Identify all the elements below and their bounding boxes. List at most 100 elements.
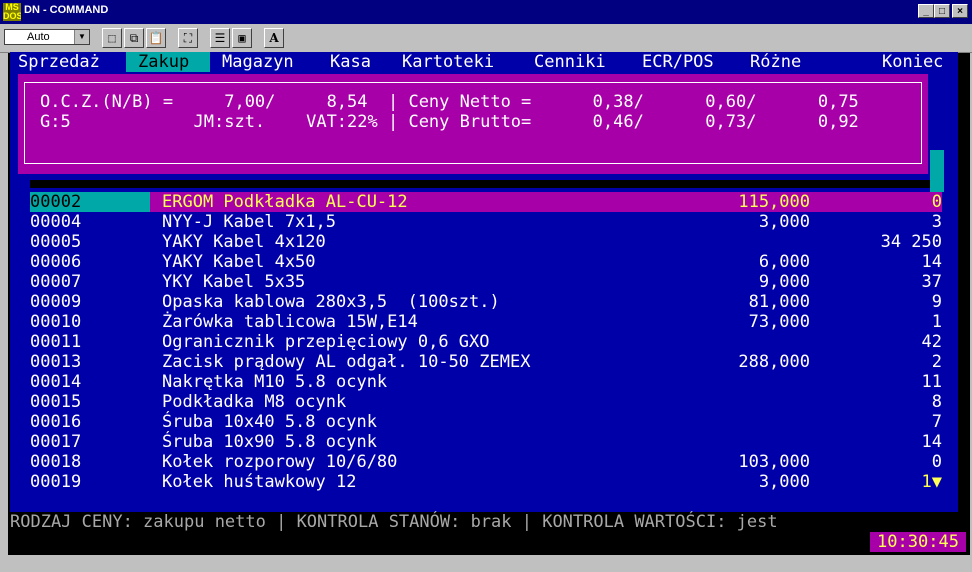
- table-row[interactable]: 00015 Podkładka M8 ocynk 8: [30, 392, 942, 412]
- item-name: NYY-J Kabel 7x1,5: [162, 212, 336, 232]
- item-code: 00004: [30, 212, 82, 232]
- menu-rozne[interactable]: Różne: [750, 52, 801, 72]
- table-row[interactable]: 00014 Nakrętka M10 5.8 ocynk 11: [30, 372, 942, 392]
- chevron-down-icon[interactable]: ▼: [74, 30, 89, 44]
- item-name: YAKY Kabel 4x120: [162, 232, 326, 252]
- item-stock: 1: [931, 312, 942, 332]
- item-name: Śruba 10x90 5.8 ocynk: [162, 432, 377, 452]
- item-name: Kołek huśtawkowy 12: [162, 472, 357, 492]
- item-code: 00019: [30, 472, 82, 492]
- item-price: 103,000: [738, 452, 810, 472]
- table-row[interactable]: 00006 YAKY Kabel 4x50 6,000 14: [30, 252, 942, 272]
- item-price: 115,000: [738, 192, 810, 212]
- scrollbar[interactable]: [930, 150, 944, 192]
- table-row[interactable]: 00011 Ogranicznik przepięciowy 0,6 GXO 4…: [30, 332, 942, 352]
- item-name: Zacisk prądowy AL odgał. 10-50 ZEMEX: [162, 352, 531, 372]
- font-size-select[interactable]: Auto ▼: [4, 29, 90, 45]
- item-stock: 7: [931, 412, 942, 432]
- background-icon[interactable]: ▣: [232, 28, 252, 48]
- toolbar: Auto ▼ ⬚ ⧉ 📋 ⛶ ☰ ▣ A: [0, 24, 972, 53]
- item-code: 00007: [30, 272, 82, 292]
- item-code: 00016: [30, 412, 82, 432]
- table-row[interactable]: 00007 YKY Kabel 5x35 9,000 37: [30, 272, 942, 292]
- item-code: 00005: [30, 232, 82, 252]
- item-stock: 42: [921, 332, 942, 352]
- menu-kasa[interactable]: Kasa: [330, 52, 371, 72]
- item-stock: 8: [931, 392, 942, 412]
- table-row[interactable]: 00010 Żarówka tablicowa 15W,E14 73,000 1: [30, 312, 942, 332]
- item-code: 00014: [30, 372, 82, 392]
- menu-koniec[interactable]: Koniec: [882, 52, 943, 72]
- item-price: 288,000: [738, 352, 810, 372]
- menu-cenniki[interactable]: Cenniki: [534, 52, 606, 72]
- item-name: Żarówka tablicowa 15W,E14: [162, 312, 418, 332]
- table-row[interactable]: 00013 Zacisk prądowy AL odgał. 10-50 ZEM…: [30, 352, 942, 372]
- item-name: YAKY Kabel 4x50: [162, 252, 316, 272]
- item-name: Ogranicznik przepięciowy 0,6 GXO: [162, 332, 490, 352]
- item-stock: 14: [921, 252, 942, 272]
- column-header-bar: [30, 180, 930, 188]
- status-bar: RODZAJ CENY: zakupu netto | KONTROLA STA…: [10, 512, 958, 532]
- table-row[interactable]: 00019 Kołek huśtawkowy 12 3,000 1▼: [30, 472, 942, 492]
- item-code: 00017: [30, 432, 82, 452]
- menu-magazyn[interactable]: Magazyn: [222, 52, 294, 72]
- price-info-popup: O.C.Z.(N/B) = 7,00/ 8,54 | Ceny Netto = …: [18, 74, 928, 174]
- minimize-button[interactable]: _: [918, 4, 934, 18]
- table-row[interactable]: 00005 YAKY Kabel 4x120 34 250: [30, 232, 942, 252]
- item-code: 00010: [30, 312, 82, 332]
- item-price: 3,000: [758, 472, 810, 492]
- item-name: Kołek rozporowy 10/6/80: [162, 452, 398, 472]
- item-price: 9,000: [758, 272, 810, 292]
- table-row[interactable]: 00018 Kołek rozporowy 10/6/80 103,000 0: [30, 452, 942, 472]
- maximize-button[interactable]: □: [934, 4, 950, 18]
- font-button[interactable]: A: [264, 28, 284, 48]
- item-name: ERGOM Podkładka AL-CU-12: [162, 192, 408, 212]
- item-price: 73,000: [748, 312, 810, 332]
- item-name: Śruba 10x40 5.8 ocynk: [162, 412, 377, 432]
- item-code: 00015: [30, 392, 82, 412]
- table-row[interactable]: 00004 NYY-J Kabel 7x1,5 3,000 3: [30, 212, 942, 232]
- item-price: 6,000: [758, 252, 810, 272]
- price-info-line-1: O.C.Z.(N/B) = 7,00/ 8,54 | Ceny Netto = …: [40, 92, 859, 112]
- menu-bar: Sprzedaż Zakup Magazyn Kasa Kartoteki Ce…: [10, 52, 958, 72]
- menu-ecr-pos[interactable]: ECR/POS: [642, 52, 714, 72]
- item-name: Nakrętka M10 5.8 ocynk: [162, 372, 388, 392]
- table-row[interactable]: 00017 Śruba 10x90 5.8 ocynk 14: [30, 432, 942, 452]
- properties-icon[interactable]: ☰: [210, 28, 230, 48]
- item-stock: 34 250: [880, 232, 942, 252]
- item-price: 3,000: [758, 212, 810, 232]
- item-code: 00018: [30, 452, 82, 472]
- item-name: Opaska kablowa 280x3,5 (100szt.): [162, 292, 500, 312]
- close-button[interactable]: ×: [952, 4, 968, 18]
- window-title: DN - COMMAND: [24, 4, 109, 16]
- item-stock: 14: [921, 432, 942, 452]
- item-code: 00013: [30, 352, 82, 372]
- title-bar: MS DOS DN - COMMAND _ □ ×: [0, 0, 972, 24]
- item-code: 00002: [30, 192, 150, 212]
- item-stock: 2: [931, 352, 942, 372]
- price-info-line-2: G:5 JM:szt. VAT:22% | Ceny Brutto= 0,46/…: [40, 112, 859, 132]
- item-stock: 11: [921, 372, 942, 392]
- item-code: 00006: [30, 252, 82, 272]
- copy-icon[interactable]: ⧉: [124, 28, 144, 48]
- item-stock: 3: [931, 212, 942, 232]
- fullscreen-icon[interactable]: ⛶: [178, 28, 198, 48]
- table-row[interactable]: 00002 ERGOM Podkładka AL-CU-12 115,000 0: [30, 192, 942, 212]
- item-stock: 0: [931, 452, 942, 472]
- menu-zakup[interactable]: Zakup: [126, 52, 210, 72]
- paste-icon[interactable]: 📋: [146, 28, 166, 48]
- menu-sprzedaz[interactable]: Sprzedaż: [18, 52, 100, 72]
- item-stock: 37: [921, 272, 942, 292]
- item-stock: 9: [931, 292, 942, 312]
- item-code: 00011: [30, 332, 82, 352]
- mark-icon[interactable]: ⬚: [102, 28, 122, 48]
- menu-kartoteki[interactable]: Kartoteki: [402, 52, 494, 72]
- clock: 10:30:45: [870, 532, 966, 552]
- item-name: Podkładka M8 ocynk: [162, 392, 347, 412]
- item-stock: 0: [931, 192, 942, 212]
- app-icon: MS DOS: [3, 3, 21, 21]
- table-row[interactable]: 00016 Śruba 10x40 5.8 ocynk 7: [30, 412, 942, 432]
- item-price: 81,000: [748, 292, 810, 312]
- table-row[interactable]: 00009 Opaska kablowa 280x3,5 (100szt.) 8…: [30, 292, 942, 312]
- item-stock: 1▼: [921, 472, 942, 492]
